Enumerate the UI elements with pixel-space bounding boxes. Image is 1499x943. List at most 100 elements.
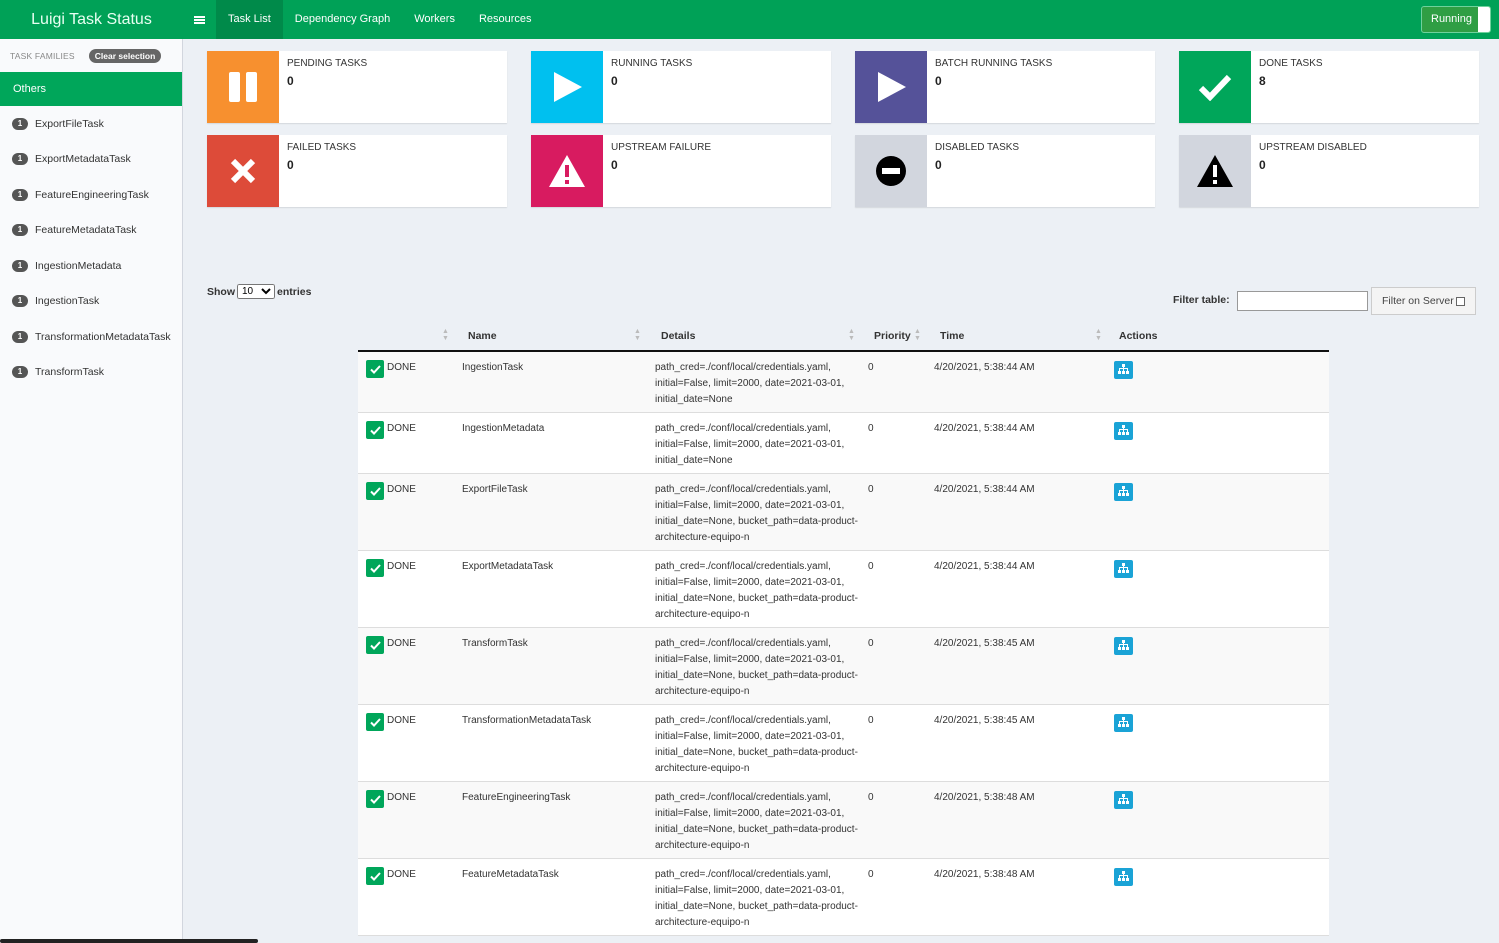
column-time-header[interactable]: Time [940,322,964,350]
show-label: Show [207,285,235,298]
show-dependency-graph-button[interactable] [1114,791,1133,809]
column-actions-header: Actions [1119,330,1158,342]
task-time: 4/20/2021, 5:38:44 AM [934,484,1035,495]
check-icon [366,421,384,439]
task-family-name: FeatureMetadataTask [35,224,137,237]
sidebar-item-task-family[interactable]: 1 FeatureEngineeringTask [0,177,182,213]
summary-box-failed-tasks[interactable]: FAILED TASKS 0 [207,135,507,207]
table-body: DONE IngestionTask path_cred=./conf/local/… [358,352,1329,936]
tab-task-list[interactable]: Task List [216,0,283,39]
sidebar-item-task-family[interactable]: 1 ExportMetadataTask [0,142,182,178]
show-dependency-graph-button[interactable] [1114,560,1133,578]
table-row[interactable]: DONE ExportMetadataTask path_cred=./conf/l… [358,551,1329,628]
sidebar-header: TASK FAMILIES Clear selection [0,39,182,72]
sort-icon[interactable]: ▲ ▼ [442,328,449,342]
status-text: DONE [387,484,416,495]
sidebar-item-task-family[interactable]: 1 IngestionMetadata [0,248,182,284]
summary-count: 0 [611,158,618,172]
tab-workers[interactable]: Workers [402,0,467,39]
show-dependency-graph-button[interactable] [1114,714,1133,732]
column-name-header[interactable]: Name [468,322,497,350]
clear-selection-button[interactable]: Clear selection [88,48,162,63]
show-dependency-graph-button[interactable] [1114,868,1133,886]
sidebar-group-others[interactable]: Others [0,72,182,106]
summary-box-upstream-disabled[interactable]: UPSTREAM DISABLED 0 [1179,135,1479,207]
sort-icon[interactable]: ▲ ▼ [914,328,921,342]
sidebar-item-task-family[interactable]: 1 FeatureMetadataTask [0,213,182,249]
pause-icon [207,51,279,123]
hamburger-icon [194,15,205,24]
show-dependency-graph-button[interactable] [1114,422,1133,440]
task-family-name: TransformTask [35,366,105,379]
tab-resources[interactable]: Resources [467,0,544,39]
filter-on-server-button[interactable]: Filter on Server [1371,287,1476,315]
check-icon [1179,51,1251,123]
x-icon [207,135,279,207]
sidebar-item-task-family[interactable]: 1 TransformTask [0,355,182,391]
sidebar-item-task-family[interactable]: 1 ExportFileTask [0,106,182,142]
app-title[interactable]: Luigi Task Status [0,0,183,39]
table-row[interactable]: DONE IngestionTask path_cred=./conf/local/… [358,352,1329,413]
sort-icon[interactable]: ▲ ▼ [848,328,855,342]
summary-box-done-tasks[interactable]: DONE TASKS 8 [1179,51,1479,123]
summary-box-pending-tasks[interactable]: PENDING TASKS 0 [207,51,507,123]
sidebar-item-task-family[interactable]: 1 TransformationMetadataTask [0,319,182,355]
table-row[interactable]: DONE FeatureEngineeringTask path_cred=./co… [358,782,1329,859]
sidebar: TASK FAMILIES Clear selection Others 1 Ex… [0,39,183,943]
summary-label: BATCH RUNNING TASKS [935,58,1053,69]
filter-table-label: Filter table: [1173,294,1230,306]
column-details-header[interactable]: Details [661,322,695,350]
sidebar-item-task-family[interactable]: 1 IngestionTask [0,284,182,320]
sort-icon[interactable]: ▲ ▼ [634,328,641,342]
summary-count: 0 [287,158,294,172]
entries-label: entries [277,285,312,298]
table-row[interactable]: DONE ExportFileTask path_cred=./conf/local… [358,474,1329,551]
summary-count: 0 [611,74,618,88]
count-badge: 1 [12,153,28,166]
page-size-select[interactable]: 10 [237,284,275,299]
show-dependency-graph-button[interactable] [1114,483,1133,501]
summary-box-upstream-failure[interactable]: UPSTREAM FAILURE 0 [531,135,831,207]
summary-label: UPSTREAM FAILURE [611,142,712,153]
table-row[interactable]: DONE FeatureMetadataTask path_cred=./conf/… [358,859,1329,936]
top-navbar: Luigi Task Status Task List Dependency G… [0,0,1499,39]
count-badge: 1 [12,330,28,343]
status-text: DONE [387,715,416,726]
check-icon [366,636,384,654]
status-text: DONE [387,869,416,880]
sitemap-icon [1118,424,1129,438]
menu-toggle-button[interactable] [183,0,216,39]
summary-box-disabled-tasks[interactable]: DISABLED TASKS 0 [855,135,1155,207]
show-dependency-graph-button[interactable] [1114,637,1133,655]
check-icon [366,482,384,500]
show-dependency-graph-button[interactable] [1114,361,1133,379]
play-icon [531,51,603,123]
summary-label: DISABLED TASKS [935,142,1020,153]
task-priority: 0 [868,561,874,572]
task-name: IngestionTask [462,362,524,373]
filter-on-server-checkbox[interactable] [1456,297,1465,306]
summary-count: 0 [1259,158,1266,172]
filter-table-input[interactable] [1237,291,1368,311]
column-priority-header[interactable]: Priority [874,322,911,350]
sitemap-icon [1118,562,1129,576]
table-row[interactable]: DONE TransformationMetadataTask path_cred=… [358,705,1329,782]
check-icon [366,360,384,378]
toggle-knob [1478,7,1490,32]
task-family-name: IngestionTask [35,295,100,308]
count-badge: 1 [12,224,28,237]
task-name: ExportFileTask [462,484,528,495]
summary-box-batch-running-tasks[interactable]: BATCH RUNNING TASKS 0 [855,51,1155,123]
task-details: path_cred=./conf/local/credentials.yaml,… [655,792,858,851]
running-toggle-button[interactable]: Running [1421,6,1491,33]
task-priority: 0 [868,869,874,880]
horizontal-scrollbar[interactable] [0,939,258,943]
task-priority: 0 [868,715,874,726]
summary-box-running-tasks[interactable]: RUNNING TASKS 0 [531,51,831,123]
table-header: ▲ ▼ Name ▲ ▼ Details ▲ ▼ Priority ▲ ▼ Time ▲… [358,322,1329,352]
sort-icon[interactable]: ▲ ▼ [1095,328,1102,342]
table-row[interactable]: DONE TransformTask path_cred=./conf/local/… [358,628,1329,705]
tab-dependency-graph[interactable]: Dependency Graph [283,0,402,39]
table-row[interactable]: DONE IngestionMetadata path_cred=./conf/lo… [358,413,1329,474]
task-priority: 0 [868,638,874,649]
